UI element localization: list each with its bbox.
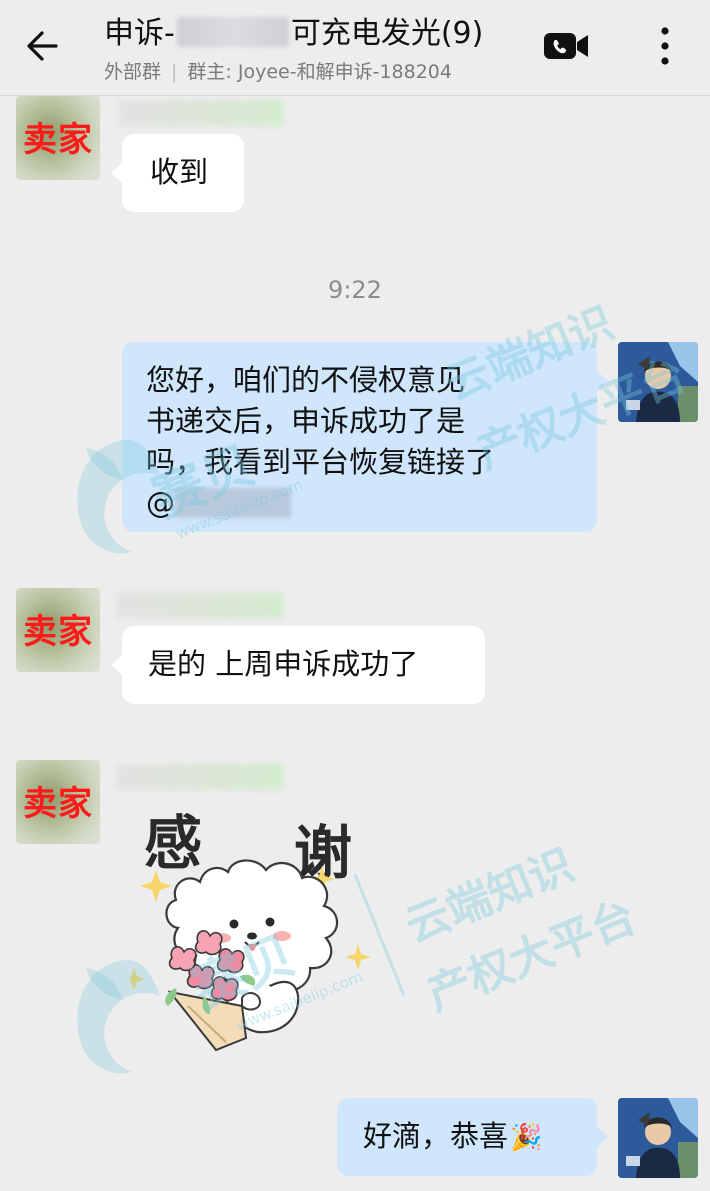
profile-photo-icon (618, 1098, 698, 1178)
chat-subtitle[interactable]: 外部群 | 群主: Joyee-和解申诉-188204 (104, 58, 520, 86)
watermark-line2: 产权大平台 (420, 891, 644, 1022)
dog-with-flowers-icon (130, 859, 371, 1052)
group-type-label: 外部群 (104, 61, 162, 83)
message-bubble-outgoing[interactable]: 您好，咱们的不侵权意见 书递交后，申诉成功了是 吗，我看到平台恢复链接了 @ (122, 342, 608, 532)
seller-avatar[interactable]: 卖家 (16, 96, 100, 180)
group-owner-name: Joyee-和解申诉-188204 (237, 61, 452, 83)
message-text: 是的 上周申诉成功了 (148, 647, 419, 681)
mention-at-sign: @ (146, 486, 175, 520)
message-text-line: 吗，我看到平台恢复链接了 (146, 445, 495, 479)
subtitle-divider: | (171, 61, 178, 83)
chat-header: 申诉- 可充电发光(9) 外部群 | 群主: Joyee-和解申诉-188204 (0, 0, 710, 96)
group-owner-prefix: 群主: (187, 61, 238, 83)
redacted-title-segment (176, 17, 289, 47)
redacted-sender-name (116, 764, 284, 790)
message-text-line: 书递交后，申诉成功了是 (146, 404, 466, 438)
redacted-mention-name (175, 488, 291, 518)
message-text: 收到 (150, 155, 209, 189)
seller-avatar-label: 卖家 (23, 120, 93, 160)
chat-title-prefix: 申诉- (104, 16, 175, 51)
video-call-icon[interactable] (543, 30, 589, 62)
more-vertical-icon[interactable] (650, 22, 680, 70)
seller-avatar[interactable]: 卖家 (16, 760, 100, 844)
watermark-line1: 云端知识 (398, 839, 581, 953)
profile-photo-icon (618, 342, 698, 422)
seller-avatar-label: 卖家 (23, 612, 93, 652)
message-bubble[interactable]: 是的 上周申诉成功了 (111, 626, 485, 704)
my-avatar[interactable] (618, 1098, 698, 1178)
arrow-left-icon[interactable] (22, 24, 66, 68)
message-bubble[interactable]: 收到 (111, 134, 244, 212)
seller-avatar[interactable]: 卖家 (16, 588, 100, 672)
message-timestamp: 9:22 (328, 276, 382, 304)
my-avatar[interactable] (618, 342, 698, 422)
thank-you-sticker[interactable]: 感 谢 (130, 792, 380, 1052)
mention-line: @ (146, 483, 597, 524)
redacted-sender-name (116, 592, 284, 618)
message-text: 好滴，恭喜 (363, 1119, 509, 1153)
message-text-line: 您好，咱们的不侵权意见 (146, 363, 466, 397)
chat-title-suffix: 可充电发光(9) (290, 16, 484, 51)
party-popper-emoji: 🎉 (510, 1123, 543, 1153)
chat-title[interactable]: 申诉- 可充电发光(9) (104, 14, 534, 54)
redacted-sender-name (118, 100, 284, 126)
message-bubble-outgoing[interactable]: 好滴，恭喜🎉 (337, 1098, 608, 1176)
seller-avatar-label: 卖家 (23, 784, 93, 824)
